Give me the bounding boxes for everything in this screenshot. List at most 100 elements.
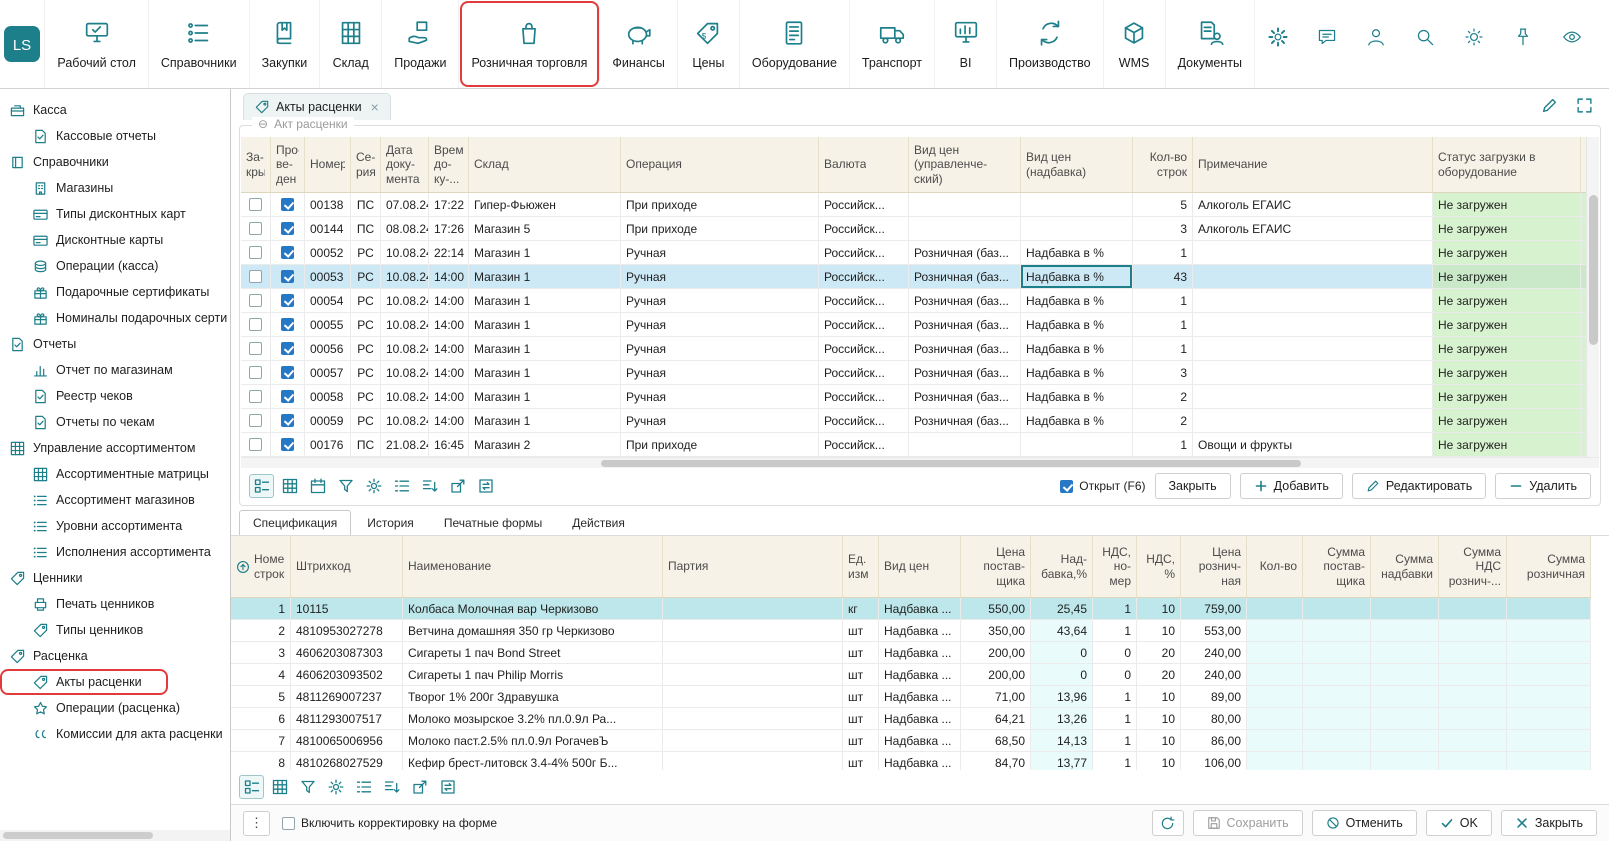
cell-load_status[interactable]: Не загружен — [1433, 313, 1581, 337]
cell-barcode[interactable]: 4811293007517 — [291, 708, 403, 730]
column-header-price_type_mgmt[interactable]: Вид цен (управленче- ский) — [909, 137, 1021, 193]
calendar-icon[interactable] — [305, 474, 330, 498]
cell-unit[interactable]: кг — [843, 598, 879, 620]
table-row[interactable]: 00144ПС08.08.2417:26Магазин 5При приходе… — [241, 217, 1586, 241]
cell-supplier_price[interactable]: 68,50 — [961, 730, 1031, 752]
cell-posted[interactable] — [271, 337, 305, 361]
cell-sum_vat[interactable] — [1439, 708, 1507, 730]
cell-note[interactable] — [1193, 337, 1433, 361]
nav-desktop[interactable]: Рабочий стол — [45, 0, 148, 88]
group-sum-icon[interactable] — [379, 775, 404, 799]
cell-number[interactable]: 00052 — [305, 241, 351, 265]
cell-vat_pct[interactable]: 20 — [1137, 642, 1181, 664]
cell-series[interactable]: РС — [351, 241, 381, 265]
cell-batch[interactable] — [663, 664, 843, 686]
table-row[interactable]: 00058РС10.08.2414:00Магазин 1РучнаяРосси… — [241, 385, 1586, 409]
checkbox-checked[interactable] — [281, 414, 294, 427]
cell-retail_price[interactable]: 80,00 — [1181, 708, 1247, 730]
cell-operation[interactable]: При приходе — [621, 433, 819, 457]
column-header-currency[interactable]: Валюта — [819, 137, 909, 193]
cell-operation[interactable]: Ручная — [621, 337, 819, 361]
sidebar-item-discount-cards[interactable]: Дисконтные карты — [0, 227, 230, 253]
cell-doc_date[interactable]: 10.08.24 — [381, 265, 429, 289]
checkbox-unchecked[interactable] — [249, 246, 262, 259]
cell-warehouse[interactable]: Магазин 1 — [469, 265, 621, 289]
cell-vat_num[interactable]: 1 — [1093, 752, 1137, 770]
cell-sum_markup[interactable] — [1371, 664, 1439, 686]
cell-qty[interactable] — [1247, 620, 1303, 642]
cell-load_status[interactable]: Не загружен — [1433, 289, 1581, 313]
sidebar-item-directories[interactable]: Справочники — [0, 149, 230, 175]
cell-vat_pct[interactable]: 10 — [1137, 730, 1181, 752]
cell-name[interactable]: Сигареты 1 пач Bond Street — [403, 642, 663, 664]
close-button[interactable]: Закрыть — [1501, 810, 1597, 836]
column-header-price_kind[interactable]: Вид цен — [879, 536, 961, 598]
settings-icon[interactable] — [1267, 26, 1289, 48]
cell-row_count[interactable]: 2 — [1133, 409, 1193, 433]
gear-icon[interactable] — [361, 474, 386, 498]
cell-warehouse[interactable]: Магазин 1 — [469, 361, 621, 385]
sidebar-item-cash-reports[interactable]: Кассовые отчеты — [0, 123, 230, 149]
cell-warehouse[interactable]: Магазин 1 — [469, 337, 621, 361]
cell-load_status[interactable]: Не загружен — [1433, 337, 1581, 361]
cell-name[interactable]: Кефир брест-литовск 3.4-4% 500г Б... — [403, 752, 663, 770]
cell-supplier_price[interactable]: 71,00 — [961, 686, 1031, 708]
grid-view-icon[interactable] — [277, 474, 302, 498]
cell-series[interactable]: РС — [351, 361, 381, 385]
cell-closed[interactable] — [241, 217, 271, 241]
table-row[interactable]: 00052РС10.08.2422:14Магазин 1РучнаяРосси… — [241, 241, 1586, 265]
cell-closed[interactable] — [241, 313, 271, 337]
cell-note[interactable] — [1193, 265, 1433, 289]
add-button[interactable]: Добавить — [1240, 473, 1343, 499]
column-header-load_status[interactable]: Статус загрузки в оборудование — [1433, 137, 1581, 193]
pin-icon[interactable] — [1512, 26, 1534, 48]
edit-form-icon[interactable] — [1541, 97, 1558, 114]
cell-sum_markup[interactable] — [1371, 642, 1439, 664]
cell-number[interactable]: 00054 — [305, 289, 351, 313]
cell-posted[interactable] — [271, 289, 305, 313]
cell-closed[interactable] — [241, 409, 271, 433]
cell-price_type_markup[interactable]: Надбавка в % — [1021, 265, 1133, 289]
cell-unit[interactable]: шт — [843, 642, 879, 664]
cell-posted[interactable] — [271, 313, 305, 337]
nav-directories[interactable]: Справочники — [149, 0, 250, 88]
scrollbar-thumb[interactable] — [601, 460, 1301, 467]
cell-series[interactable]: РС — [351, 409, 381, 433]
nav-documents[interactable]: Документы — [1166, 0, 1255, 88]
cell-price_type_mgmt[interactable]: Розничная (баз... — [909, 337, 1021, 361]
cell-batch[interactable] — [663, 730, 843, 752]
column-header-sum_markup[interactable]: Сумма надбавки — [1371, 536, 1439, 598]
sidebar-item-stores[interactable]: Магазины — [0, 175, 230, 201]
column-header-series[interactable]: Се- рия — [351, 137, 381, 193]
cell-number[interactable]: 00055 — [305, 313, 351, 337]
cell-sum_retail[interactable] — [1507, 730, 1591, 752]
cell-name[interactable]: Молоко паст.2.5% пл.0.9л РогачевЪ — [403, 730, 663, 752]
cell-vat_num[interactable]: 1 — [1093, 708, 1137, 730]
adjustment-checkbox[interactable]: Включить корректировку на форме — [282, 816, 497, 830]
cell-number[interactable]: 00059 — [305, 409, 351, 433]
table-row[interactable]: 24810953027278Ветчина домашняя 350 гр Че… — [231, 620, 1591, 642]
cell-price_type_mgmt[interactable]: Розничная (баз... — [909, 265, 1021, 289]
checkbox-checked[interactable] — [281, 270, 294, 283]
cell-qty[interactable] — [1247, 598, 1303, 620]
cell-retail_price[interactable]: 759,00 — [1181, 598, 1247, 620]
cell-closed[interactable] — [241, 385, 271, 409]
tab-pricing-acts[interactable]: Акты расценки × — [243, 93, 391, 120]
cell-line_no[interactable]: 4 — [231, 664, 291, 686]
sidebar-item-receipt-registry[interactable]: Реестр чеков — [0, 383, 230, 409]
sidebar-item-gift-certificate-denominations[interactable]: Номиналы подарочных серти — [0, 305, 230, 331]
cell-markup_pct[interactable]: 0 — [1031, 642, 1093, 664]
column-header-qty[interactable]: Кол-во — [1247, 536, 1303, 598]
cell-price_type_markup[interactable] — [1021, 217, 1133, 241]
table-row[interactable]: 64811293007517Молоко мозырское 3.2% пл.0… — [231, 708, 1591, 730]
cell-note[interactable] — [1193, 385, 1433, 409]
column-header-operation[interactable]: Операция — [621, 137, 819, 193]
cell-row_count[interactable]: 3 — [1133, 217, 1193, 241]
nav-bi[interactable]: BI — [935, 0, 997, 88]
sidebar-item-pricing[interactable]: Расценка — [0, 643, 230, 669]
cell-closed[interactable] — [241, 361, 271, 385]
cell-note[interactable]: Алкоголь ЕГАИС — [1193, 193, 1433, 217]
nav-warehouse[interactable]: Склад — [320, 0, 382, 88]
checkbox-checked[interactable] — [281, 438, 294, 451]
cell-qty[interactable] — [1247, 686, 1303, 708]
